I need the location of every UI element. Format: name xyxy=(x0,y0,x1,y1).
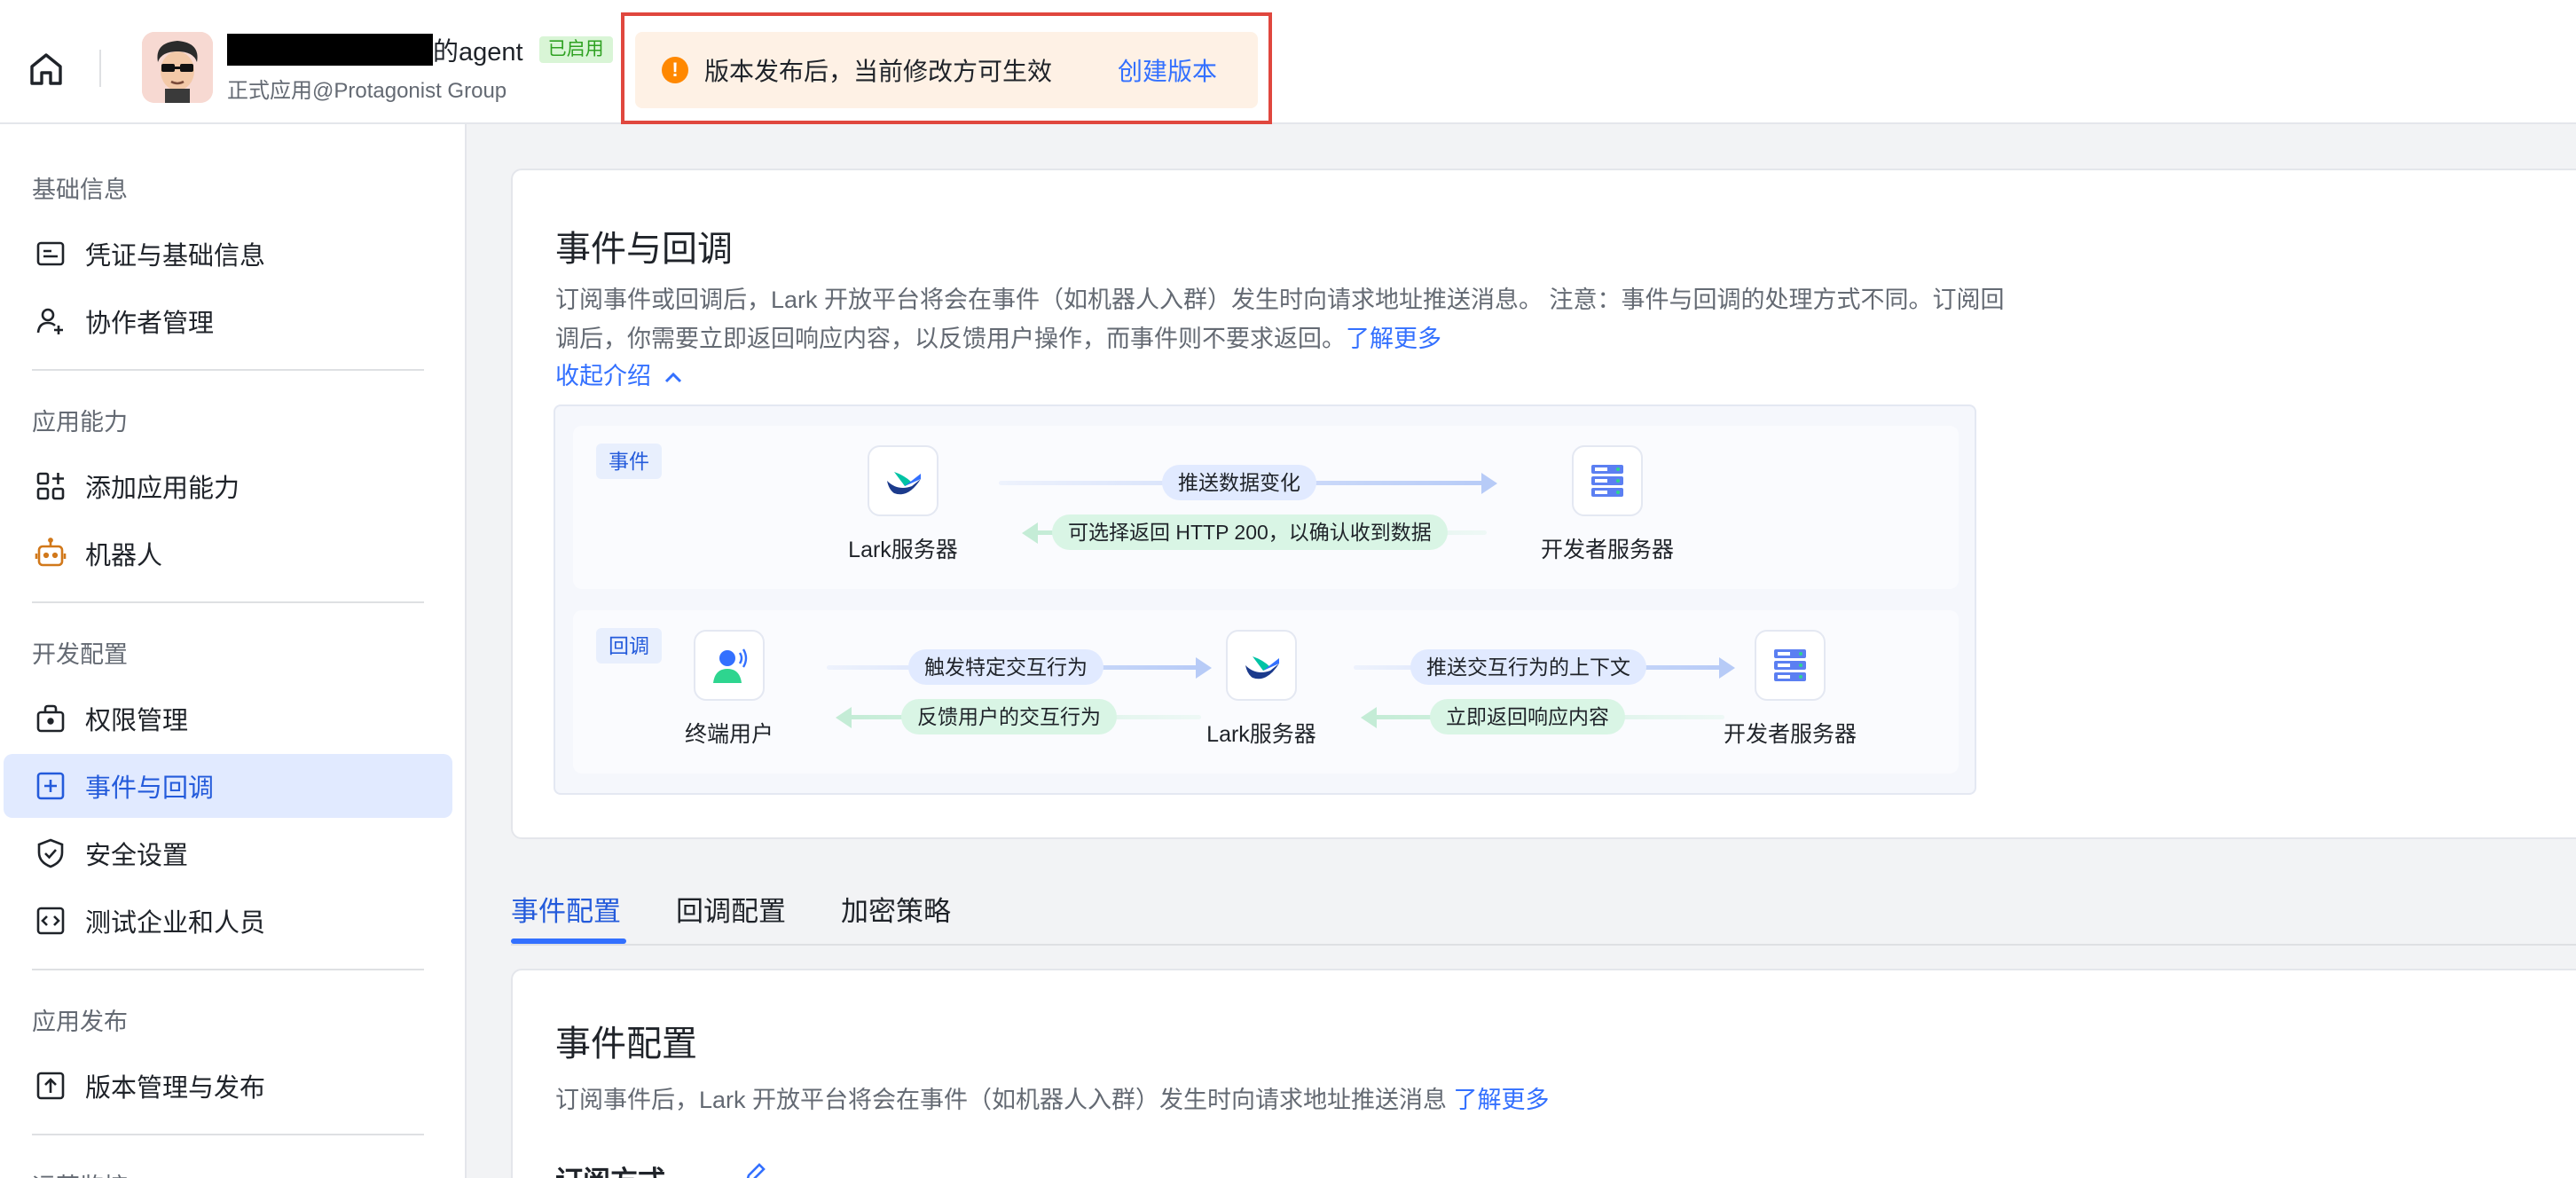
push-data-pill: 推送数据变化 xyxy=(1162,465,1316,500)
credential-icon xyxy=(34,237,67,271)
intro-description: 订阅事件或回调后，Lark 开放平台将会在事件（如机器人入群）发生时向请求地址推… xyxy=(555,280,2010,358)
notice-banner: ! 版本发布后，当前修改方可生效 创建版本 xyxy=(635,32,1258,108)
group-title-monitor: 运营监控 xyxy=(32,1167,128,1178)
callback-tag: 回调 xyxy=(596,628,662,664)
home-icon[interactable] xyxy=(23,46,69,92)
trigger-pill: 触发特定交互行为 xyxy=(908,649,1103,685)
lark-server-label: Lark服务器 xyxy=(848,538,958,562)
sidebar-divider xyxy=(32,369,424,371)
push-context-pill: 推送交互行为的上下文 xyxy=(1410,649,1646,685)
sidebar-divider xyxy=(32,969,424,970)
sidebar-item-robot[interactable]: 机器人 xyxy=(4,522,452,585)
lock-bag-icon xyxy=(34,702,67,735)
code-icon xyxy=(34,904,67,938)
section-description-text: 订阅事件后，Lark 开放平台将会在事件（如机器人入群）发生时向请求地址推送消息 xyxy=(555,1087,1448,1113)
server-icon xyxy=(1572,445,1643,516)
learn-more-link[interactable]: 了解更多 xyxy=(1454,1087,1550,1113)
main-content: 事件与回调 订阅事件或回调后，Lark 开放平台将会在事件（如机器人入群）发生时… xyxy=(468,124,2576,1178)
sidebar-item-security[interactable]: 安全设置 xyxy=(4,821,452,885)
lark-logo-icon xyxy=(1226,630,1297,701)
sidebar-item-version[interactable]: 版本管理与发布 xyxy=(4,1054,452,1118)
event-tag: 事件 xyxy=(596,444,662,479)
sidebar-item-label: 事件与回调 xyxy=(85,774,215,803)
tab-event-config[interactable]: 事件配置 xyxy=(511,889,621,929)
sidebar-item-events[interactable]: 事件与回调 xyxy=(4,754,452,818)
sidebar-item-label: 权限管理 xyxy=(85,707,189,735)
sidebar-item-label: 协作者管理 xyxy=(85,310,215,338)
sidebar-item-label: 安全设置 xyxy=(85,842,189,870)
top-header: 的agent 已启用 正式应用@Protagonist Group ! 版本发布… xyxy=(0,0,2576,124)
developer-server-label: 开发者服务器 xyxy=(1540,538,1674,562)
tab-callback-config[interactable]: 回调配置 xyxy=(676,889,786,929)
end-user-label: 终端用户 xyxy=(684,722,774,747)
sidebar: 基础信息 凭证与基础信息 协作者管理 应用能力 添加应用能力 机器人 开发配置 … xyxy=(0,124,467,1178)
event-flow-row: 事件 Lark服务器 推送数据变化 可选择返回 HTTP 200，以确认收到数据… xyxy=(573,426,1959,589)
developer-server-label: 开发者服务器 xyxy=(1723,722,1857,747)
collapse-intro-label: 收起介绍 xyxy=(555,363,651,389)
group-title-dev: 开发配置 xyxy=(32,641,128,668)
subscribe-method-label: 订阅方式 xyxy=(555,1158,665,1178)
notice-text: 版本发布后，当前修改方可生效 xyxy=(704,58,1053,85)
group-title-basic: 基础信息 xyxy=(32,177,128,203)
event-config-card: 事件配置 订阅事件后，Lark 开放平台将会在事件（如机器人入群）发生时向请求地… xyxy=(511,969,2576,1178)
http200-pill: 可选择返回 HTTP 200，以确认收到数据 xyxy=(1052,514,1448,550)
app-org: 正式应用@Protagonist Group xyxy=(227,79,507,103)
learn-more-link[interactable]: 了解更多 xyxy=(1346,326,1441,352)
server-icon xyxy=(1755,630,1826,701)
release-notice: ! 版本发布后，当前修改方可生效 创建版本 xyxy=(621,12,1272,124)
sidebar-divider xyxy=(32,601,424,603)
sidebar-item-label: 机器人 xyxy=(85,542,163,570)
event-icon xyxy=(34,769,67,803)
flow-diagram: 事件 Lark服务器 推送数据变化 可选择返回 HTTP 200，以确认收到数据… xyxy=(554,404,1976,795)
robot-icon xyxy=(34,537,67,570)
sidebar-item-add-capability[interactable]: 添加应用能力 xyxy=(4,454,452,518)
chevron-up-icon xyxy=(658,363,683,389)
intro-card: 事件与回调 订阅事件或回调后，Lark 开放平台将会在事件（如机器人入群）发生时… xyxy=(511,169,2576,839)
sidebar-divider xyxy=(32,1134,424,1135)
upload-icon xyxy=(34,1069,67,1103)
sidebar-item-label: 版本管理与发布 xyxy=(85,1074,266,1103)
feedback-pill: 反馈用户的交互行为 xyxy=(901,699,1117,734)
return-response-pill: 立即返回响应内容 xyxy=(1430,699,1625,734)
sidebar-item-credentials[interactable]: 凭证与基础信息 xyxy=(4,222,452,286)
end-user-icon xyxy=(694,630,765,701)
lark-logo-icon xyxy=(868,445,939,516)
app-name-row: 的agent 已启用 xyxy=(227,32,613,67)
sidebar-item-collaborators[interactable]: 协作者管理 xyxy=(4,289,452,353)
sidebar-item-label: 测试企业和人员 xyxy=(85,909,266,938)
app-grid-icon xyxy=(34,469,67,503)
app-name: 的agent xyxy=(433,38,523,67)
sidebar-item-label: 凭证与基础信息 xyxy=(85,242,266,271)
status-badge: 已启用 xyxy=(538,36,613,63)
sidebar-item-label: 添加应用能力 xyxy=(85,475,240,503)
section-title: 事件配置 xyxy=(555,1025,697,1064)
create-version-link[interactable]: 创建版本 xyxy=(1118,52,1217,88)
sidebar-item-test-users[interactable]: 测试企业和人员 xyxy=(4,889,452,953)
app-avatar[interactable] xyxy=(142,32,213,103)
page-title: 事件与回调 xyxy=(555,230,733,269)
tab-encryption[interactable]: 加密策略 xyxy=(841,889,951,929)
header-divider xyxy=(99,50,101,87)
warning-icon: ! xyxy=(662,57,688,83)
lark-server-label: Lark服务器 xyxy=(1206,722,1316,747)
active-tab-indicator xyxy=(511,938,626,944)
config-tabs: 事件配置 回调配置 加密策略 xyxy=(511,875,2576,946)
shield-icon xyxy=(34,836,67,870)
callback-flow-row: 回调 终端用户 触发特定交互行为 反馈用户的交互行为 Lark服务器 推送交互行… xyxy=(573,610,1959,774)
redacted-name xyxy=(227,34,433,66)
group-title-capability: 应用能力 xyxy=(32,409,128,436)
sidebar-item-permissions[interactable]: 权限管理 xyxy=(4,687,452,750)
section-description: 订阅事件后，Lark 开放平台将会在事件（如机器人入群）发生时向请求地址推送消息… xyxy=(555,1080,1550,1115)
pencil-icon[interactable] xyxy=(742,1160,768,1178)
intro-description-text: 订阅事件或回调后，Lark 开放平台将会在事件（如机器人入群）发生时向请求地址推… xyxy=(555,287,2005,352)
collapse-intro-link[interactable]: 收起介绍 xyxy=(555,357,683,391)
group-title-release: 应用发布 xyxy=(32,1009,128,1035)
add-user-icon xyxy=(34,304,67,338)
